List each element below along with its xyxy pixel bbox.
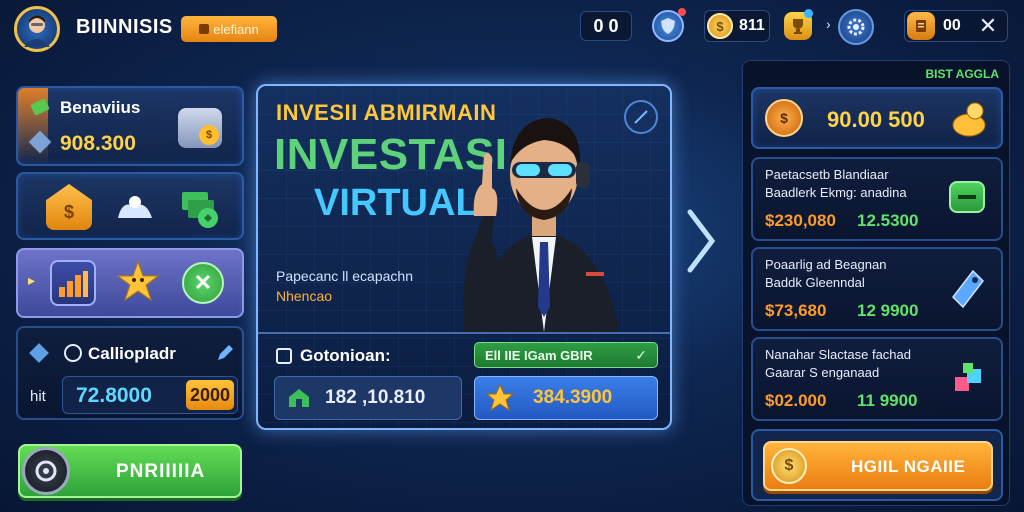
check-icon: ✓ — [635, 346, 647, 363]
coins-value: 811 — [739, 17, 765, 34]
next-arrow-icon[interactable] — [684, 206, 718, 276]
hero-caption-line2: Nhencao — [276, 288, 333, 304]
cube-stack-icon — [951, 359, 987, 399]
item-line2: Baadlerk Ekmg: anadina — [765, 185, 907, 200]
field-two[interactable]: 384.3900 — [474, 376, 658, 420]
wallet-icon[interactable]: $ — [178, 108, 222, 148]
trophy-badge — [804, 9, 813, 18]
settings-button[interactable] — [838, 9, 874, 45]
edit-icon[interactable] — [216, 344, 234, 362]
balance-title: Benaviius — [60, 98, 141, 117]
hands-icon[interactable] — [114, 188, 156, 226]
balance-value: 908.300 — [60, 132, 136, 155]
counter-value: 0 0 — [593, 15, 619, 36]
right-chip[interactable]: 00 ✕ — [904, 10, 1008, 42]
calc-prefix: hit — [30, 388, 46, 405]
coin-icon: $ — [707, 13, 733, 39]
coins-chip[interactable]: $ 811 — [704, 10, 770, 42]
home-icon — [289, 389, 309, 407]
item-price: $230,080 — [765, 211, 836, 230]
list-item[interactable]: Poaarlig ad Beagnan Baddk Gleenndal $73,… — [751, 247, 1003, 331]
money-stack-icon[interactable] — [178, 186, 224, 230]
stats-row: ▸ ✕ — [16, 248, 244, 318]
cta-button-label: HGIIL NGAIIE — [851, 457, 966, 476]
house-coin-icon[interactable]: $ — [46, 184, 92, 230]
right-header-label: BIST AGGLA — [925, 67, 999, 81]
avatar-icon — [24, 15, 50, 47]
star-mascot-icon[interactable] — [116, 260, 160, 304]
item-line1: Paetacsetb Blandiaar — [765, 167, 889, 182]
calc-badge-value: 2000 — [189, 384, 231, 405]
item-price: $02.000 — [765, 391, 827, 410]
cta-button[interactable]: $ HGIIL NGAIIE — [763, 441, 993, 491]
hero-divider — [258, 332, 670, 334]
hero-panel: INVESII ABMIRMAIN INVESTASI VIRTUAL Pape… — [256, 84, 672, 430]
arrow-icon: › — [826, 16, 831, 32]
shield-icon — [661, 18, 675, 34]
right-column: BIST AGGLA $ 90.00 500 Paetacsetb Blandi… — [742, 60, 1010, 506]
trophy-icon — [793, 19, 803, 34]
fruit-coin-icon: $ — [765, 99, 803, 137]
field-one-value: 182 ,10.810 — [325, 387, 426, 408]
hero-caption-line1: Papecanc ll ecapachn — [276, 268, 413, 284]
coin-icon: $ — [771, 448, 807, 484]
calc-title: Calliopladr — [88, 344, 176, 363]
play-icon — [22, 447, 70, 495]
balance-panel: Benaviius 908.300 $ — [16, 86, 244, 166]
counter-chip[interactable]: 0 0 — [580, 11, 632, 41]
tag-icon — [951, 269, 985, 309]
badge-star-icon — [485, 383, 515, 412]
advisor-character — [463, 118, 619, 332]
status-pill[interactable]: Ell IIE IGam GBIR ✓ — [474, 342, 658, 368]
calc-badge[interactable]: 2000 — [186, 380, 234, 410]
calculator-panel: Calliopladr hit 72.8000 2000 — [16, 326, 244, 420]
quick-actions-row: $ — [16, 172, 244, 240]
item-price: $73,680 — [765, 301, 827, 320]
badge-icon — [199, 24, 210, 34]
gear-icon — [847, 18, 865, 36]
close-circle-icon[interactable]: ✕ — [182, 262, 224, 304]
close-icon[interactable]: ✕ — [979, 13, 997, 39]
arrow-right-icon: ▸ — [28, 272, 36, 288]
diamond-icon — [29, 343, 49, 363]
field-one[interactable]: 182 ,10.810 — [274, 376, 462, 420]
item-line2: Gaarar S enganaad — [765, 365, 880, 380]
scroll-icon — [907, 12, 935, 40]
item-line1: Nanahar Slactase fachad — [765, 347, 911, 362]
item-line1: Poaarlig ad Beagnan — [765, 257, 887, 272]
section-icon — [276, 348, 292, 364]
list-item[interactable]: Nanahar Slactase fachad Gaarar S enganaa… — [751, 337, 1003, 421]
item-line2: Baddk Gleenndal — [765, 275, 865, 290]
battery-icon — [949, 181, 985, 213]
item-amount: 12.5300 — [857, 211, 919, 230]
avatar[interactable] — [14, 6, 60, 52]
list-item[interactable]: Paetacsetb Blandiaar Baadlerk Ekmg: anad… — [751, 157, 1003, 241]
top-value-card[interactable]: $ 90.00 500 — [751, 87, 1003, 149]
field-two-value: 384.3900 — [533, 387, 613, 408]
coin-bag-icon — [949, 99, 989, 139]
calc-icon — [64, 344, 82, 362]
notification-dot — [678, 8, 686, 16]
status-label: Ell IIE IGam GBIR — [485, 347, 593, 363]
item-amount: 11 9900 — [857, 391, 918, 410]
top-value: 90.00 500 — [827, 107, 925, 132]
play-button-label: PNRIIIIIA — [116, 461, 206, 482]
player-name: BIINNISIS — [76, 16, 173, 38]
bar-chart-icon[interactable] — [50, 260, 96, 306]
cta-card: $ HGIIL NGAIIE — [751, 429, 1003, 501]
badge-label: elefiann — [213, 21, 259, 37]
calc-value: 72.8000 — [76, 384, 152, 407]
section-label: Gotonioan: — [300, 346, 391, 365]
play-button[interactable]: PNRIIIIIA — [18, 444, 242, 498]
player-badge[interactable]: elefiann — [181, 16, 277, 42]
item-amount: 12 9900 — [857, 301, 919, 320]
right-counter: 00 — [943, 17, 961, 34]
